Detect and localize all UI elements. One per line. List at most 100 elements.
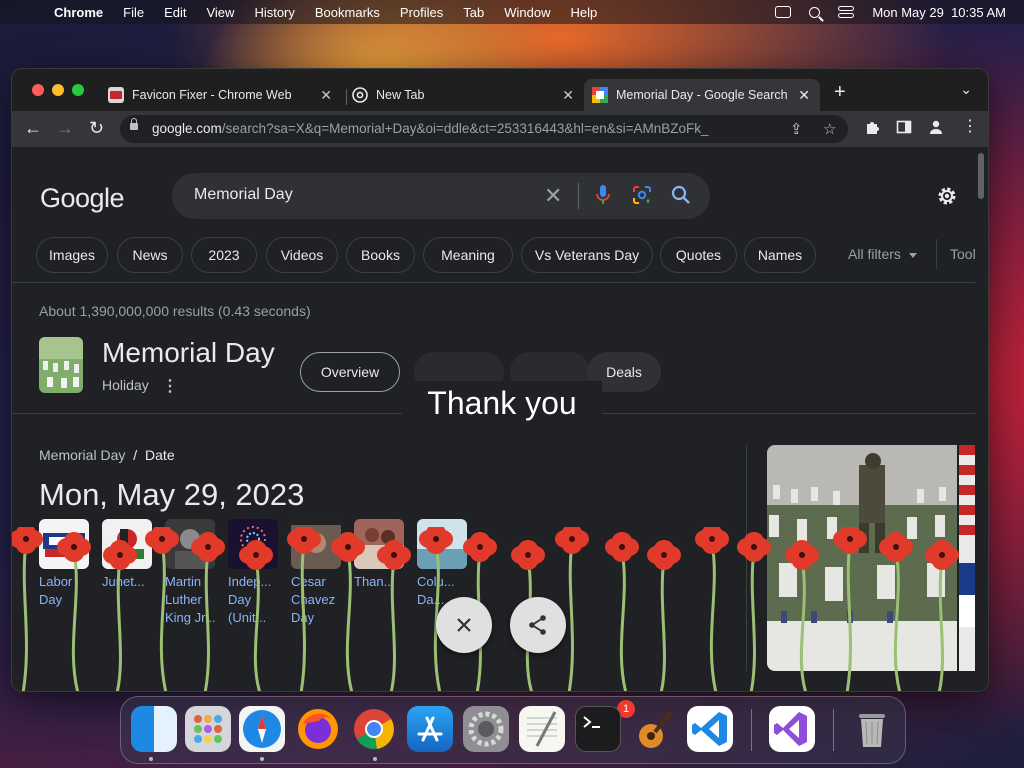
minimize-window-button[interactable] [52,84,64,96]
share-icon[interactable]: ⇪ [790,120,803,138]
vscode-icon[interactable] [687,706,733,752]
menu-history[interactable]: History [254,5,294,20]
poppy-flower [555,527,589,554]
related-label: Than... [354,574,395,589]
header-divider [12,282,977,283]
related-label: Cesar Chavez Day [291,574,336,625]
more-menu-icon[interactable]: ⋮ [962,119,978,135]
terminal-icon[interactable] [575,706,621,752]
spotlight-search-icon[interactable] [809,6,821,18]
menu-window[interactable]: Window [504,5,550,20]
system-settings-icon[interactable] [463,706,509,752]
safari-icon[interactable] [239,706,285,752]
memorial-day-date: Mon, May 29, 2023 [39,477,305,512]
chip-vs-veterans-day[interactable]: Vs Veterans Day [521,237,653,273]
close-window-button[interactable] [32,84,44,96]
google-lens-icon[interactable] [632,185,652,205]
menu-bookmarks[interactable]: Bookmarks [315,5,380,20]
clear-search-icon[interactable]: ✕ [544,183,562,209]
vertical-scrollbar[interactable] [975,147,988,691]
tab-memorial-day-search[interactable]: Memorial Day - Google Search ✕ [584,79,820,111]
trash-icon[interactable] [849,706,895,752]
running-indicator [149,757,153,761]
related-holiday-cesar-chavez-day[interactable]: Cesar Chavez Day [291,519,347,627]
chip-quotes[interactable]: Quotes [660,237,737,273]
memorial-day-thumbnail[interactable] [39,337,83,393]
memorial-day-photo[interactable] [767,445,957,671]
vertical-scroll-thumb[interactable] [978,153,984,199]
new-tab-button[interactable]: + [834,81,846,104]
related-holiday-mlk[interactable]: Martin Luther King Jr... [165,519,221,627]
breadcrumb-parent[interactable]: Memorial Day [39,447,125,463]
control-center-icon[interactable] [838,6,855,18]
close-doodle-button[interactable] [436,597,492,653]
chip-names[interactable]: Names [744,237,816,273]
google-logo[interactable]: Google [40,183,125,214]
columbus-day-thumbnail [417,519,467,569]
chip-books[interactable]: Books [346,237,415,273]
search-box[interactable]: ✕ [172,173,710,219]
bookmark-star-icon[interactable]: ☆ [823,120,836,138]
tab-title: Favicon Fixer - Chrome Web [132,88,292,102]
google-results-page: Google ✕ Images News 2023 Videos Books M… [12,147,977,691]
menu-help[interactable]: Help [571,5,598,20]
related-holiday-labor-day[interactable]: Labor Day [39,519,95,609]
chip-videos[interactable]: Videos [266,237,338,273]
overview-tab-button[interactable]: Overview [300,352,400,392]
chip-news[interactable]: News [117,237,183,273]
close-tab-icon[interactable]: ✕ [562,87,574,104]
textedit-icon[interactable] [519,706,565,752]
tab-title: New Tab [376,88,425,102]
zoom-window-button[interactable] [72,84,84,96]
side-panel-icon[interactable] [896,119,912,135]
menu-view[interactable]: View [206,5,234,20]
url-text[interactable]: google.com/search?sa=X&q=Memorial+Day&oi… [152,121,772,136]
related-holiday-thanksgiving[interactable]: Than... [354,519,410,591]
related-holiday-columbus-day[interactable]: Colu... Da... [417,519,473,609]
chip-meaning[interactable]: Meaning [423,237,513,273]
extensions-puzzle-icon[interactable] [864,119,880,135]
breadcrumb-current: Date [145,447,175,463]
close-tab-icon[interactable]: ✕ [798,87,810,104]
chrome-icon[interactable] [351,706,397,752]
share-doodle-button[interactable] [510,597,566,653]
search-magnifier-icon[interactable] [671,185,691,205]
tab-strip: Favicon Fixer - Chrome Web ✕ New Tab ✕ M… [12,69,988,111]
tools-button[interactable]: Tools [950,246,977,262]
dock-divider [751,709,752,751]
lock-icon[interactable] [130,118,138,130]
menu-file[interactable]: File [123,5,144,20]
chip-2023[interactable]: 2023 [191,237,257,273]
tab-new-tab[interactable]: New Tab ✕ [352,79,584,111]
settings-gear-icon[interactable] [936,185,958,207]
menu-bar: Chrome File Edit View History Bookmarks … [0,0,1024,24]
firefox-icon[interactable] [295,706,341,752]
tab-favicon-fixer[interactable]: Favicon Fixer - Chrome Web ✕ [108,79,342,111]
forward-button[interactable]: → [56,117,74,139]
related-holiday-independence-day[interactable]: Indep... Day (Unit... [228,519,284,627]
chip-images[interactable]: Images [36,237,108,273]
back-button[interactable]: ← [24,117,42,139]
close-tab-icon[interactable]: ✕ [320,87,332,104]
tab-search-chevron-icon[interactable]: ⌄ [960,81,972,98]
all-filters-dropdown[interactable]: All filters [848,246,917,262]
launchpad-icon[interactable] [185,706,231,752]
screen-mirroring-icon[interactable] [775,6,792,18]
finder-icon[interactable] [131,706,177,752]
reload-button[interactable]: ↻ [89,117,104,139]
menu-profiles[interactable]: Profiles [400,5,443,20]
app-store-icon[interactable] [407,706,453,752]
visual-studio-icon[interactable] [769,706,815,752]
menubar-clock[interactable]: Mon May 29 10:35 AM [872,5,1006,20]
related-holiday-juneteenth[interactable]: Junet... [102,519,158,591]
address-bar[interactable]: google.com/search?sa=X&q=Memorial+Day&oi… [120,115,848,143]
menu-edit[interactable]: Edit [164,5,186,20]
voice-search-mic-icon[interactable] [596,185,610,204]
thanksgiving-thumbnail [354,519,404,569]
menu-app-name[interactable]: Chrome [54,5,103,20]
menu-tab[interactable]: Tab [463,5,484,20]
profile-avatar-icon[interactable] [928,119,944,135]
search-input[interactable] [192,185,536,205]
more-options-icon[interactable]: ⋮ [162,376,178,396]
garageband-icon[interactable] [631,706,677,752]
